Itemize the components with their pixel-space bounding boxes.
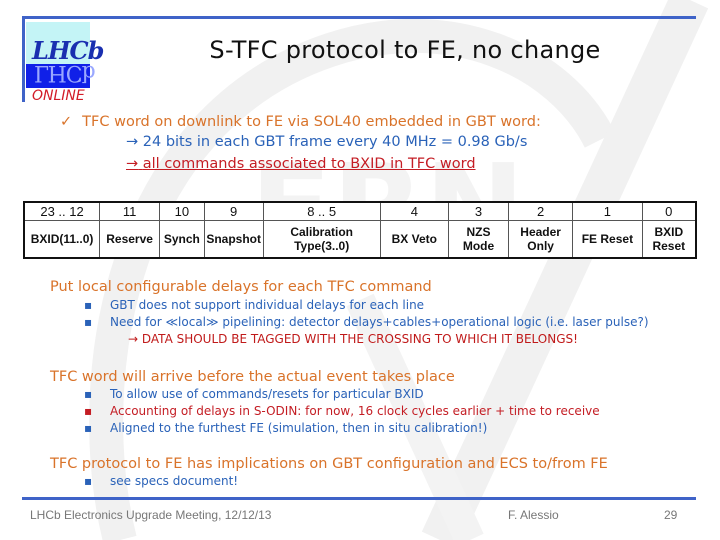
- bit-label-cell: BXID Reset: [641, 220, 697, 259]
- bit-index-cell: 3: [447, 201, 510, 221]
- lhcb-online-logo: LHCb LHCb ONLINE: [26, 22, 104, 104]
- intro-heading-line: ✓ TFC word on downlink to FE via SOL40 em…: [60, 114, 541, 130]
- bit-index-cell: 10: [159, 201, 205, 221]
- bullet-icon: ▪: [84, 404, 93, 418]
- header-side-rule: [22, 16, 25, 102]
- bit-label-cell: Reserve: [99, 220, 161, 259]
- intro-sub2-line: → all commands associated to BXID in TFC…: [126, 156, 476, 172]
- arrow-right-icon: →: [126, 156, 139, 172]
- bullet-text: Accounting of delays in S-ODIN: for now,…: [110, 404, 600, 418]
- bullet-text: Need for ≪local≫ pipelining: detector de…: [110, 315, 649, 329]
- intro-sub1-line: → 24 bits in each GBT frame every 40 MHz…: [126, 134, 527, 150]
- bit-index-cell: 4: [379, 201, 449, 221]
- bullet-icon: ▪: [84, 474, 93, 488]
- bit-index-cell: 11: [99, 201, 161, 221]
- logo-lhcb-mirror-text: LHCb: [34, 60, 95, 85]
- bit-index-row: 23 .. 12 11 10 9 8 .. 5 4 3 2 1 0: [23, 201, 697, 221]
- bit-label-cell: BXID(11..0): [23, 220, 101, 259]
- bit-label-cell: FE Reset: [572, 220, 643, 259]
- bit-label-cell: NZS Mode: [447, 220, 510, 259]
- section-heading: TFC protocol to FE has implications on G…: [50, 456, 608, 472]
- bit-label-cell: BX Veto: [379, 220, 449, 259]
- bullet-icon: ▪: [84, 421, 93, 435]
- bit-label-cell: Snapshot: [203, 220, 264, 259]
- bit-label-cell: Synch: [159, 220, 205, 259]
- logo-online-text: ONLINE: [32, 88, 85, 104]
- bullet-text: Aligned to the furthest FE (simulation, …: [110, 421, 488, 435]
- bit-label-cell: Header Only: [508, 220, 574, 259]
- bit-index-cell: 0: [641, 201, 697, 221]
- bullet-icon: ▪: [84, 387, 93, 401]
- bullet-item: ▪ GBT does not support individual delays…: [84, 298, 425, 312]
- bit-index-cell: 1: [572, 201, 643, 221]
- bit-label-row: BXID(11..0) Reserve Synch Snapshot Calib…: [23, 220, 697, 259]
- header-rule: [22, 16, 696, 19]
- footer-author: F. Alessio: [508, 508, 559, 522]
- bullet-icon: ▪: [84, 315, 93, 329]
- intro-sub1: 24 bits in each GBT frame every 40 MHz =…: [142, 134, 528, 150]
- tfc-bit-table: 23 .. 12 11 10 9 8 .. 5 4 3 2 1 0 BXID(1…: [23, 201, 697, 259]
- bullet-item: ▪ Need for ≪local≫ pipelining: detector …: [84, 315, 649, 329]
- bit-index-cell: 8 .. 5: [262, 201, 381, 221]
- bit-index-cell: 23 .. 12: [23, 201, 101, 221]
- bit-index-cell: 9: [203, 201, 264, 221]
- bullet-item: ▪ Aligned to the furthest FE (simulation…: [84, 421, 488, 435]
- section-heading: TFC word will arrive before the actual e…: [50, 369, 455, 385]
- bullet-icon: ▪: [84, 298, 93, 312]
- footer-rule: [22, 497, 696, 500]
- bit-index-cell: 2: [508, 201, 574, 221]
- bullet-item: ▪ To allow use of commands/resets for pa…: [84, 387, 424, 401]
- bullet-item: ▪ see specs document!: [84, 474, 239, 488]
- footer-meeting: LHCb Electronics Upgrade Meeting, 12/12/…: [30, 508, 272, 522]
- bullet-item: ▪ Accounting of delays in S-ODIN: for no…: [84, 404, 600, 418]
- slide-title: S-TFC protocol to FE, no change: [209, 36, 601, 64]
- check-icon: ✓: [60, 114, 73, 130]
- intro-heading: TFC word on downlink to FE via SOL40 emb…: [82, 114, 541, 130]
- bit-label-cell: Calibration Type(3..0): [262, 220, 381, 259]
- bullet-text: To allow use of commands/resets for part…: [110, 387, 424, 401]
- section-heading: Put local configurable delays for each T…: [50, 279, 432, 295]
- bullet-text: see specs document!: [110, 474, 239, 488]
- bullet-text: GBT does not support individual delays f…: [110, 298, 425, 312]
- arrow-right-icon: →: [126, 134, 139, 150]
- section-note: → DATA SHOULD BE TAGGED WITH THE CROSSIN…: [128, 332, 578, 346]
- page-number: 29: [664, 508, 678, 522]
- intro-sub2: all commands associated to BXID in TFC w…: [142, 156, 476, 172]
